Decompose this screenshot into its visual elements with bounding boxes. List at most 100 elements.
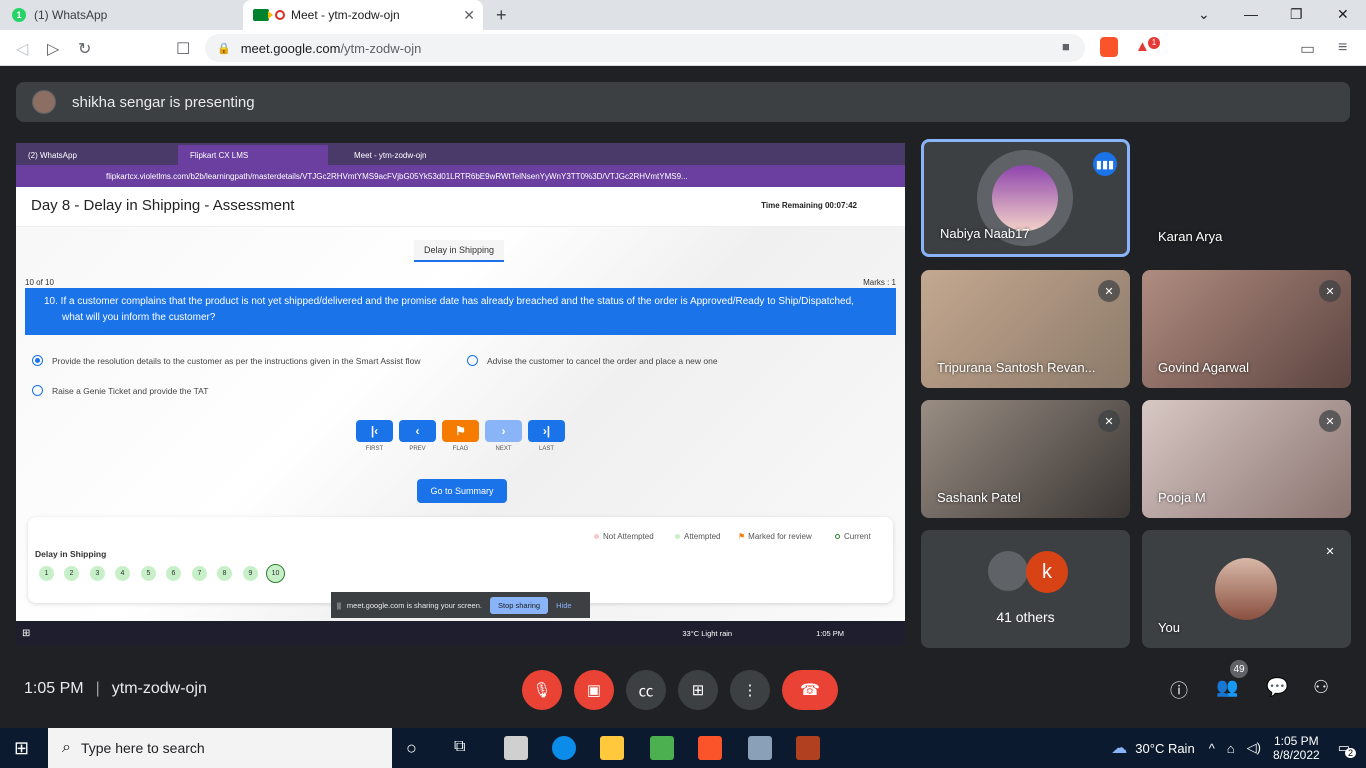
paint-app-icon[interactable] — [504, 736, 528, 760]
legend-dot — [835, 534, 840, 539]
prev-button: ‹ — [399, 420, 436, 442]
close-tab-icon[interactable]: ✕ — [463, 7, 475, 24]
participant-name: Sashank Patel — [937, 490, 1021, 505]
question-dot-current: 10 — [266, 564, 285, 583]
sharing-text: meet.google.com is sharing your screen. — [346, 600, 482, 610]
maximize-button[interactable]: ❐ — [1290, 6, 1303, 23]
avatar — [32, 90, 56, 114]
android-app-icon[interactable] — [650, 736, 674, 760]
meeting-time: 1:05 PM — [24, 680, 84, 697]
self-tile[interactable]: ✕ You — [1142, 530, 1351, 648]
present-button[interactable]: ⊞ — [678, 670, 718, 710]
cortana-icon[interactable]: ○ — [406, 738, 417, 759]
browser-tab-strip: 1 (1) WhatsApp Meet - ytm-zodw-ojn ✕ — [0, 0, 1366, 30]
mic-toggle-button[interactable]: 🎙 — [522, 670, 562, 710]
participant-tile[interactable]: ✕ Pooja M — [1142, 400, 1351, 518]
new-tab-button[interactable]: + — [496, 5, 507, 26]
bookmark-icon[interactable]: ☐ — [176, 39, 190, 59]
notification-count: 2 — [1344, 748, 1356, 758]
mic-off-icon: ✕ — [1319, 540, 1341, 562]
flag-icon: ⚑ — [455, 424, 466, 438]
tab-meet[interactable]: Meet - ytm-zodw-ojn ✕ — [243, 0, 483, 30]
network-icon[interactable]: ⌂ — [1227, 741, 1235, 756]
participant-name: Karan Arya — [1158, 229, 1223, 244]
radio — [467, 355, 478, 366]
people-icon[interactable]: 👥 — [1216, 677, 1238, 698]
option-label: Provide the resolution details to the cu… — [52, 355, 421, 366]
forward-icon[interactable]: ▷ — [47, 39, 59, 59]
chat-icon[interactable]: 💬 — [1266, 677, 1288, 698]
next-label: NEXT — [495, 446, 512, 452]
edge-icon[interactable] — [552, 736, 576, 760]
captions-button[interactable]: ㏄ — [626, 670, 666, 710]
participant-name: Pooja M — [1158, 490, 1206, 505]
participant-tile[interactable]: ✕ Sashank Patel — [921, 400, 1130, 518]
palette-title: Delay in Shipping — [35, 549, 107, 559]
media-app-icon[interactable] — [796, 736, 820, 760]
camera-off-icon: ▣ — [586, 682, 602, 699]
brave-browser-icon[interactable] — [698, 736, 722, 760]
others-count: 41 others — [996, 609, 1055, 625]
others-tile[interactable]: k 41 others — [921, 530, 1130, 648]
more-options-button[interactable]: ⋮ — [730, 670, 770, 710]
tab-search-icon[interactable]: ⌄ — [1198, 6, 1210, 23]
windows-start-icon[interactable]: ⊞ — [14, 738, 29, 759]
tab-label: (2) WhatsApp — [28, 150, 77, 160]
tab-whatsapp[interactable]: 1 (1) WhatsApp — [0, 0, 243, 30]
question-dot: 7 — [192, 566, 207, 581]
next-button: › — [485, 420, 522, 442]
hide-link: Hide — [556, 600, 572, 610]
time-text: 1:05 PM — [816, 628, 845, 638]
participant-tile[interactable]: ✕ Tripurana Santosh Revan... — [921, 270, 1130, 388]
option-1: Provide the resolution details to the cu… — [32, 355, 421, 366]
legend-attempted: Attempted — [675, 532, 720, 541]
clock[interactable]: 1:05 PM 8/8/2022 — [1273, 734, 1320, 762]
meeting-details-icon[interactable]: ⓘ — [1170, 677, 1188, 703]
prev-icon: ‹ — [415, 424, 420, 438]
camera-icon[interactable]: ■ — [1062, 39, 1070, 54]
brave-shield-icon[interactable] — [1100, 37, 1118, 57]
meeting-info: 1:05 PM | ytm-zodw-ojn — [24, 680, 207, 698]
back-icon[interactable]: ◁ — [16, 39, 28, 59]
tab-label: Meet - ytm-zodw-ojn — [291, 8, 400, 22]
activities-icon[interactable]: ⚇ — [1313, 677, 1329, 698]
clock-time: 1:05 PM — [1273, 734, 1319, 748]
participant-name: Govind Agarwal — [1158, 360, 1250, 375]
minimize-button[interactable]: — — [1244, 6, 1258, 22]
wallet-icon[interactable]: ▭ — [1300, 39, 1315, 59]
sharing-notice-bar: || meet.google.com is sharing your scree… — [331, 592, 590, 618]
reload-icon[interactable]: ↻ — [78, 39, 91, 59]
meeting-code: ytm-zodw-ojn — [111, 680, 207, 697]
url-bar[interactable]: 🔒 meet.google.com /ytm-zodw-ojn — [205, 34, 1085, 62]
notification-icon[interactable]: ▭ 2 — [1338, 740, 1356, 758]
menu-icon[interactable]: ≡ — [1338, 39, 1347, 57]
photos-app-icon[interactable] — [748, 736, 772, 760]
legend-label: Current — [844, 532, 871, 541]
participant-name: Nabiya Naab17 — [940, 226, 1030, 241]
close-window-button[interactable]: ✕ — [1337, 6, 1349, 23]
participant-name: Tripurana Santosh Revan... — [937, 360, 1096, 375]
first-icon: |‹ — [370, 424, 379, 438]
shared-taskbar: ⊞ 33°C Light rain 1:05 PM — [16, 621, 905, 645]
shared-tab: Meet - ytm-zodw-ojn — [342, 145, 492, 165]
mic-off-icon: ✕ — [1319, 280, 1341, 302]
task-view-icon[interactable]: ⧉ — [454, 738, 465, 756]
question-dot: 6 — [166, 566, 181, 581]
participant-tile[interactable]: Karan Arya — [1142, 139, 1351, 257]
participant-tile[interactable]: ▮▮▮ Nabiya Naab17 — [921, 139, 1130, 257]
legend-marked: ⚑ Marked for review — [738, 532, 812, 541]
participant-tile[interactable]: ✕ Govind Agarwal — [1142, 270, 1351, 388]
shared-url: flipkartcx.violetlms.com/b2b/learningpat… — [106, 171, 688, 181]
rewards-badge: 1 — [1148, 37, 1160, 49]
weather-text[interactable]: 30°C Rain — [1135, 741, 1194, 756]
go-to-summary-button: Go to Summary — [417, 479, 507, 503]
camera-toggle-button[interactable]: ▣ — [574, 670, 614, 710]
participant-name: You — [1158, 620, 1180, 635]
speaker-icon[interactable]: ◁) — [1247, 740, 1261, 756]
question-dot: 4 — [115, 566, 130, 581]
end-call-button[interactable]: ☎ — [782, 670, 838, 710]
search-placeholder: Type here to search — [80, 740, 205, 756]
chevron-up-icon[interactable]: ^ — [1209, 741, 1215, 756]
file-explorer-icon[interactable] — [600, 736, 624, 760]
taskbar-search[interactable]: ⌕ Type here to search — [48, 728, 392, 768]
